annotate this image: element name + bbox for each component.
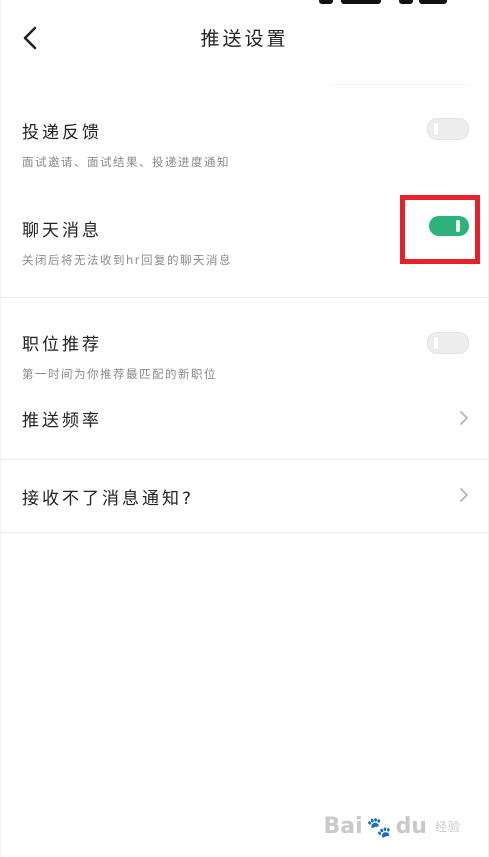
header: 推送设置 [0, 0, 489, 76]
watermark-brand-b: du [395, 814, 427, 839]
setting-title: 接收不了消息通知? [22, 489, 195, 509]
setting-row-push-frequency[interactable]: 推送频率 [0, 392, 489, 448]
watermark-brand-a: Bai [323, 814, 363, 839]
setting-title: 推送频率 [22, 411, 102, 431]
setting-row-job-recommend: 职位推荐 第一时间为你推荐最匹配的新职位 [0, 312, 489, 390]
setting-row-cannot-receive[interactable]: 接收不了消息通知? [0, 466, 489, 526]
watermark-suffix: 经验 [434, 820, 461, 834]
highlight-annotation [400, 195, 480, 264]
toggle-knob [434, 337, 438, 349]
delivery-feedback-toggle[interactable] [427, 118, 469, 140]
push-settings-screen: 推送设置 投递反馈 面试邀请、面试结果、投递进度通知 聊天消息 关闭后将无法收到… [0, 0, 489, 857]
chevron-right-icon [460, 488, 468, 502]
paw-icon: 🐾 [366, 814, 392, 839]
setting-row-delivery-feedback: 投递反馈 面试邀请、面试结果、投递进度通知 [0, 100, 489, 190]
setting-subtitle: 关闭后将无法收到hr回复的聊天消息 [22, 253, 233, 267]
section-divider [0, 532, 489, 533]
baidu-watermark: Bai 🐾 du 经验 [324, 814, 462, 839]
page-title: 推送设置 [200, 28, 289, 50]
section-divider [0, 459, 489, 460]
chevron-right-icon [460, 411, 468, 425]
faint-divider [330, 84, 470, 85]
section-divider [0, 297, 489, 298]
setting-title: 聊天消息 [22, 221, 102, 241]
job-recommend-toggle[interactable] [427, 332, 469, 354]
setting-subtitle: 第一时间为你推荐最匹配的新职位 [22, 367, 217, 381]
setting-title: 职位推荐 [22, 335, 102, 355]
setting-subtitle: 面试邀请、面试结果、投递进度通知 [22, 155, 230, 169]
toggle-knob [434, 123, 438, 135]
setting-title: 投递反馈 [22, 123, 102, 143]
